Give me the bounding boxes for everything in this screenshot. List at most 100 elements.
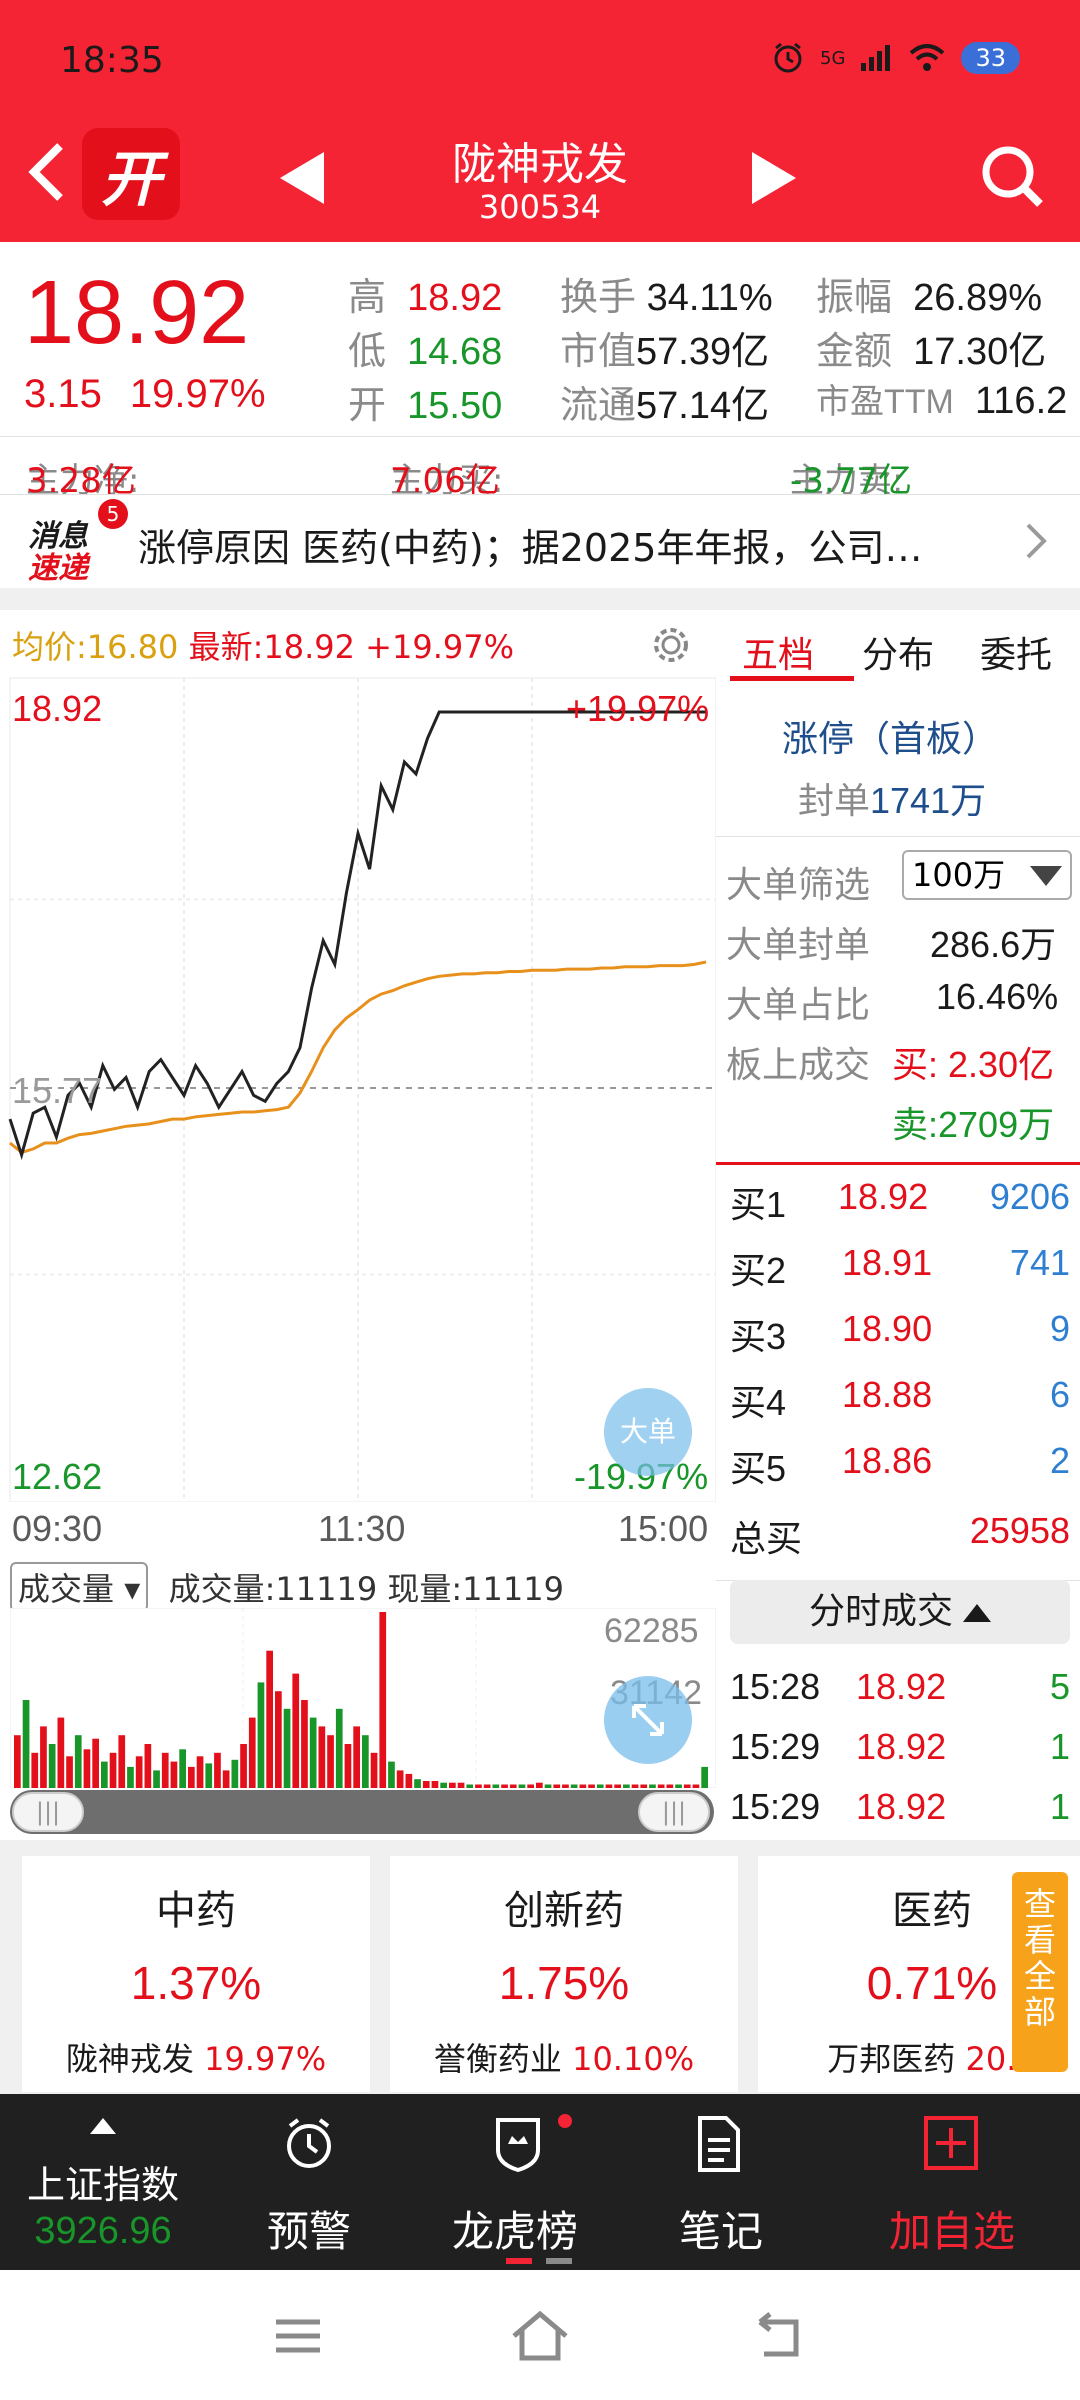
tick-price: 18.92 [856, 1726, 947, 1767]
home-icon[interactable] [508, 2310, 572, 2362]
volume-bar [623, 1784, 630, 1788]
chevron-right-icon [1026, 523, 1047, 559]
scroll-handle-right[interactable]: ||| [638, 1792, 710, 1832]
volume-bar [309, 1717, 317, 1788]
nav-alert[interactable]: 预警 [206, 2094, 412, 2270]
board-deal-sell: 卖:2709万 [892, 1104, 1055, 1145]
volume-bar [188, 1766, 195, 1788]
scroll-handle-left[interactable]: ||| [12, 1792, 84, 1832]
volume-bar [553, 1784, 561, 1788]
bid-level-label: 买2 [730, 1250, 787, 1291]
volume-bar [570, 1784, 578, 1788]
big-seal-value: 286.6万 [930, 924, 1057, 965]
big-order-button[interactable]: 大单 [604, 1388, 692, 1476]
news-ticker[interactable]: 消息 速递 5 涨停原因 医药(中药)；据2025年年报，公司… [0, 494, 1080, 586]
y-axis-right-top-label: +19.97% [566, 688, 710, 729]
tab-distribution[interactable]: 分布 [862, 626, 934, 678]
expand-icon[interactable] [604, 1676, 692, 1764]
tab-orders[interactable]: 委托 [980, 626, 1052, 678]
volume-bar [266, 1650, 273, 1788]
chevron-down-icon [1030, 866, 1062, 886]
big-ratio-value: 16.46% [936, 976, 1059, 1017]
stat-pe-ttm: 市盈TTM 116.2 [816, 380, 1068, 422]
volume-bar [466, 1784, 474, 1788]
volume-bar [92, 1738, 99, 1788]
volume-bar [109, 1752, 117, 1788]
intraday-price-chart[interactable] [0, 672, 716, 1502]
index-ticker[interactable]: 上证指数 3926.96 [0, 2094, 206, 2270]
volume-bar [327, 1735, 334, 1788]
shield-crown-icon [496, 2118, 540, 2173]
big-ratio-label: 大单占比 [726, 984, 871, 1025]
app-header: 18:35 5G 33 开 陇神戎发 300534 [0, 0, 1080, 242]
wifi-icon [910, 44, 945, 71]
tick-trades-toggle[interactable]: 分时成交 [730, 1580, 1070, 1644]
volume-bar [492, 1784, 500, 1788]
nav-notes[interactable]: 笔记 [618, 2094, 824, 2270]
volume-bar [292, 1673, 300, 1788]
bid-price: 18.86 [842, 1440, 933, 1481]
x-label-open: 09:30 [12, 1508, 103, 1549]
volume-bar [683, 1784, 691, 1788]
tick-time: 15:29 [730, 1786, 821, 1827]
volume-bar [301, 1700, 308, 1788]
volume-bar [257, 1682, 265, 1788]
main-fund-flow: 主力净: 3.28亿 主力买: 7.06亿 主力卖: -3.77亿 [0, 436, 1080, 501]
big-order-filter-select[interactable]: 100万 [902, 850, 1072, 900]
status-time: 18:35 [60, 40, 164, 81]
stat-turnover: 换手 34.11% [560, 277, 773, 319]
bid-price: 18.91 [842, 1242, 933, 1283]
volume-bar [205, 1763, 213, 1788]
volume-indicator-select[interactable]: 成交量 ▾ [10, 1562, 149, 1612]
volume-max-label: 62285 [604, 1612, 699, 1650]
volume-bar [318, 1726, 326, 1788]
limit-up-status: 涨停（首板） [782, 718, 999, 759]
stock-name: 陇神戎发 [452, 139, 628, 190]
stat-open: 开 15.50 [348, 385, 503, 427]
time-range-scrollbar[interactable]: ||| ||| [10, 1790, 714, 1834]
battery-level: 33 [961, 42, 1020, 74]
sector-name: 中药 [156, 1888, 236, 1934]
total-buy-value: 25958 [969, 1510, 1070, 1551]
seal-order: 封单1741万 [798, 780, 987, 821]
bid-price: 18.92 [838, 1176, 929, 1217]
alarm-icon [774, 42, 802, 73]
sector-card[interactable]: 中药 1.37% 陇神戎发 19.97% [22, 1856, 370, 2092]
tab-five-levels[interactable]: 五档 [742, 626, 814, 678]
volume-bar [414, 1779, 421, 1788]
settings-gear-icon[interactable] [650, 624, 692, 666]
volume-bar [196, 1756, 204, 1788]
sector-card[interactable]: 创新药 1.75% 誉衡药业 10.10% [390, 1856, 738, 2092]
next-stock-icon[interactable] [752, 152, 796, 204]
volume-bar [283, 1708, 291, 1788]
volume-bar [614, 1784, 621, 1788]
volume-bar [214, 1752, 221, 1788]
volume-bar [640, 1784, 648, 1788]
volume-bar [422, 1781, 430, 1788]
stat-amount: 金额 17.30亿 [816, 331, 1047, 373]
volume-bar [362, 1735, 369, 1788]
add-to-watchlist-button[interactable]: 加自选 [824, 2094, 1080, 2270]
new-dot [558, 2114, 572, 2128]
nav-dragon-tiger[interactable]: 龙虎榜 [412, 2094, 618, 2270]
view-all-button[interactable]: 查看全部 [1012, 1872, 1068, 2072]
section-gap [0, 588, 1080, 610]
volume-bar [388, 1761, 395, 1788]
volume-bar [248, 1717, 256, 1788]
tick-volume: 1 [1049, 1726, 1070, 1767]
volume-bar [518, 1784, 526, 1788]
stat-amplitude: 振幅 26.89% [816, 277, 1043, 319]
volume-bar [596, 1784, 604, 1788]
menu-icon[interactable] [272, 2316, 324, 2356]
bid-level-label: 买1 [730, 1184, 787, 1225]
sector-change: 1.37% [130, 1957, 262, 2009]
index-value: 3926.96 [34, 2210, 172, 2252]
y-axis-top-label: 18.92 [12, 688, 103, 729]
volume-bar [101, 1761, 108, 1788]
volume-bar [457, 1782, 465, 1788]
alarm-clock-icon [287, 2118, 331, 2168]
sector-name: 创新药 [504, 1888, 624, 1934]
search-icon[interactable] [978, 142, 1046, 210]
volume-bar [605, 1784, 613, 1788]
back-icon[interactable] [750, 2312, 806, 2362]
